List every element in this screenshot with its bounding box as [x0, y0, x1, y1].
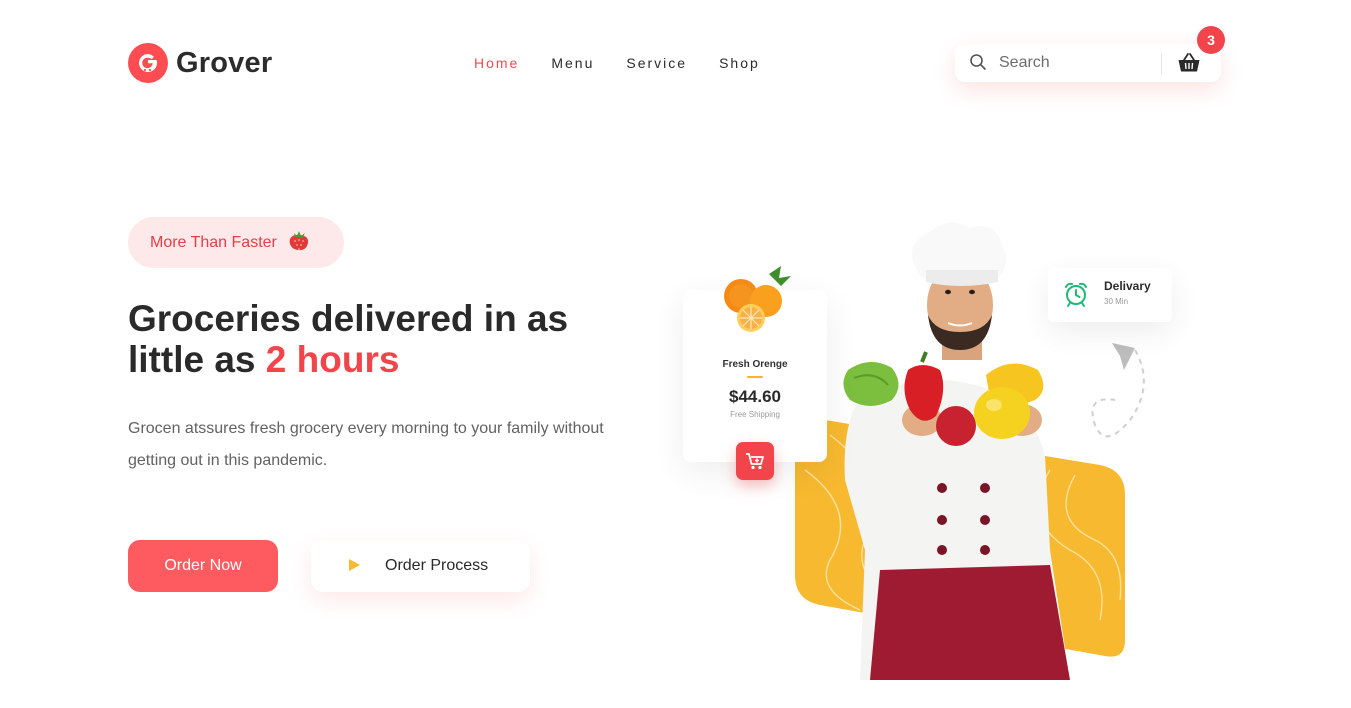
order-process-button[interactable]: Order Process [311, 540, 530, 592]
product-card[interactable]: Fresh Orenge $44.60 Free Shipping [683, 266, 827, 462]
cart-icon [746, 453, 764, 470]
brand-name: Grover [176, 46, 273, 79]
delivery-card: Delivary 30 Min [1048, 268, 1172, 322]
order-process-label: Order Process [385, 557, 489, 574]
hero-description: Grocen atssures fresh grocery every morn… [128, 420, 604, 469]
search-input[interactable] [999, 52, 1149, 74]
delivery-time: 30 Min [1104, 297, 1129, 306]
add-to-cart-button[interactable] [736, 442, 774, 480]
main-nav: Home Menu Service Shop [474, 55, 792, 71]
hero-headline-highlight: 2 hours [265, 339, 400, 380]
strawberry-icon [285, 227, 313, 258]
product-underline [747, 376, 763, 378]
search-divider [1161, 53, 1162, 75]
product-shipping: Free Shipping [730, 410, 780, 419]
search-bar [955, 44, 1221, 82]
nav-service[interactable]: Service [626, 55, 687, 71]
orange-icon [724, 266, 791, 332]
product-name: Fresh Orenge [722, 359, 788, 370]
nav-shop[interactable]: Shop [719, 55, 760, 71]
play-icon [347, 558, 361, 575]
cart-count-badge: 3 [1197, 26, 1225, 54]
nav-menu[interactable]: Menu [551, 55, 594, 71]
search-icon[interactable] [969, 53, 987, 76]
delivery-title: Delivary [1104, 279, 1151, 293]
hero-headline: Groceries delivered in as little as 2 ho… [128, 298, 648, 380]
tagline-text: More Than Faster [150, 233, 277, 251]
tagline-pill: More Than Faster [128, 217, 344, 268]
logo[interactable]: Grover [128, 43, 272, 83]
logo-icon [128, 43, 168, 83]
product-price: $44.60 [729, 387, 781, 406]
order-now-button[interactable]: Order Now [128, 540, 278, 592]
nav-home[interactable]: Home [474, 55, 519, 71]
alarm-clock-icon [1062, 280, 1090, 313]
basket-icon[interactable] [1177, 52, 1201, 79]
